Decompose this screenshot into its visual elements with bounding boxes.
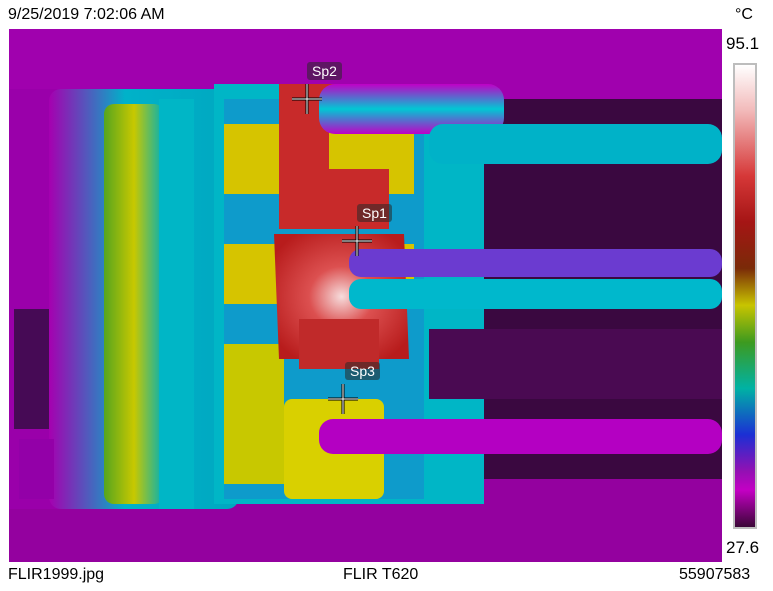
thermal-scene (9, 29, 722, 562)
spot-sp2-crosshair-icon[interactable] (292, 84, 322, 114)
scale-max-value: 95.1 (726, 34, 760, 53)
temperature-unit: °C (735, 6, 753, 23)
timestamp: 9/25/2019 7:02:06 AM (8, 6, 165, 23)
spot-sp3-crosshair-icon[interactable] (328, 384, 358, 414)
camera-model: FLIR T620 (343, 566, 419, 583)
thermal-image: Sp2 Sp1 Sp3 (9, 29, 722, 562)
spot-sp1-label: Sp1 (357, 204, 392, 222)
spot-sp3-label: Sp3 (345, 362, 380, 380)
scale-min-value: 27.6 (726, 538, 760, 557)
image-filename: FLIR1999.jpg (8, 566, 105, 583)
spot-sp2-label: Sp2 (307, 62, 342, 80)
spot-sp1-crosshair-icon[interactable] (342, 226, 372, 256)
temperature-colorbar (733, 63, 757, 529)
camera-serial: 55907583 (679, 566, 751, 583)
